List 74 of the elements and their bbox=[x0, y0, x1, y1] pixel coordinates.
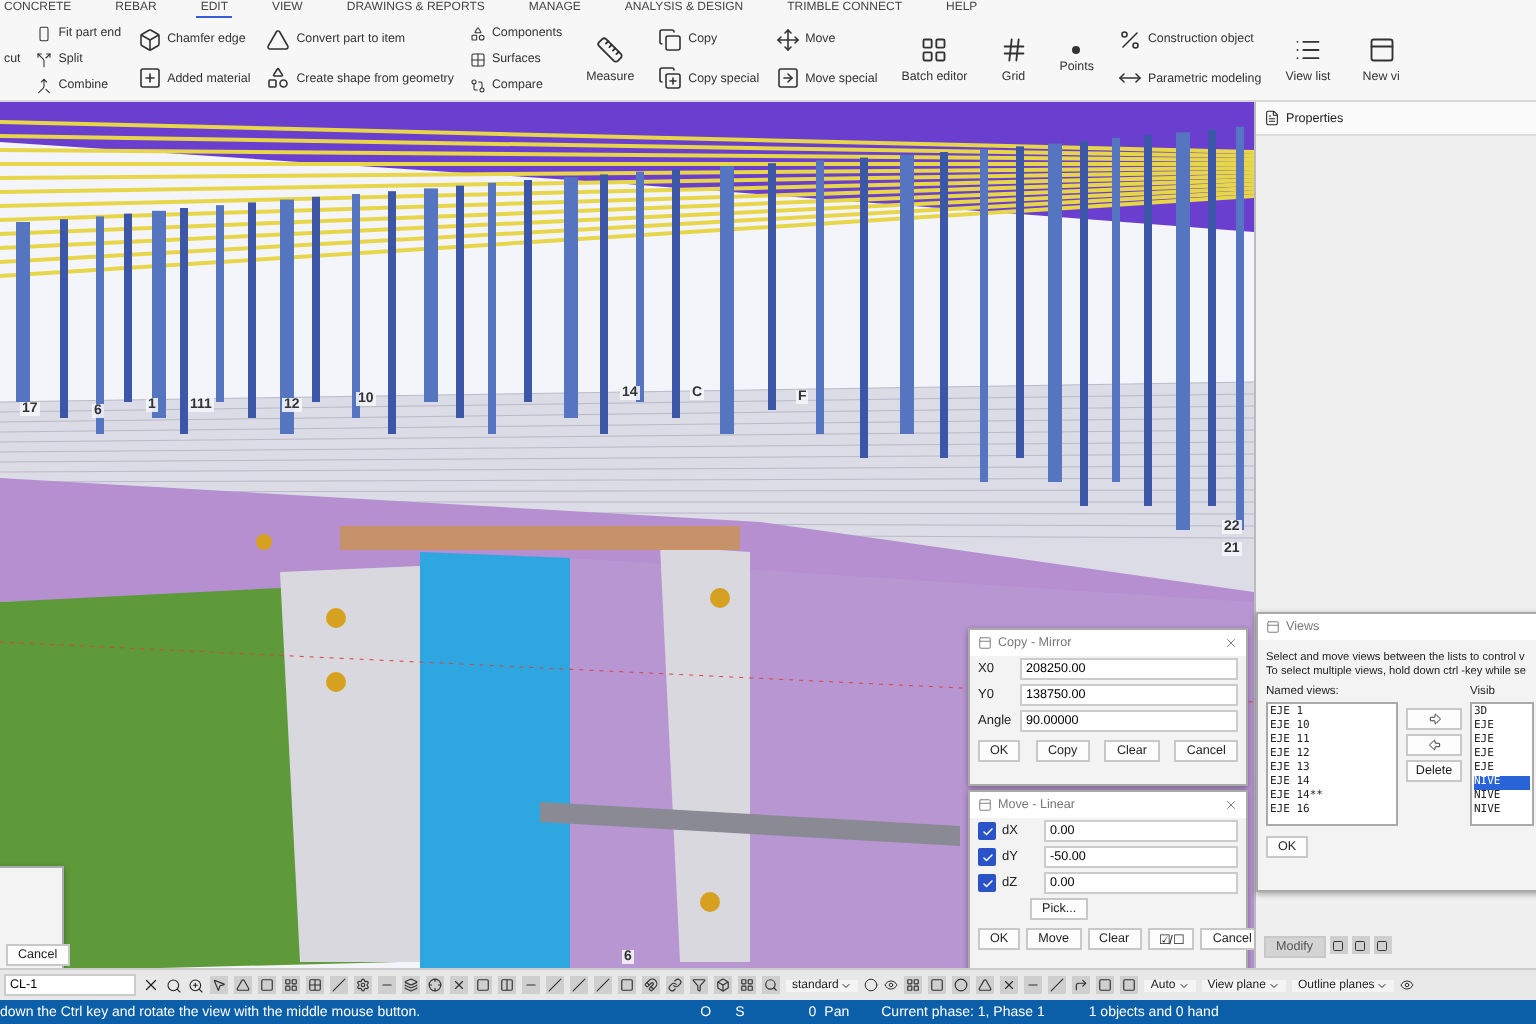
arrow-left-icon bbox=[1427, 738, 1441, 752]
square-icon[interactable] bbox=[928, 976, 947, 994]
triangle-icon bbox=[266, 27, 291, 52]
square-icon[interactable] bbox=[1096, 976, 1115, 994]
checkbox[interactable] bbox=[978, 848, 996, 866]
rectangle-icon bbox=[36, 25, 53, 41]
line-icon[interactable] bbox=[546, 976, 564, 994]
close-icon bbox=[1224, 798, 1238, 812]
zoom-icon bbox=[188, 977, 204, 993]
square-plus-icon bbox=[137, 66, 162, 91]
line-icon[interactable] bbox=[330, 976, 348, 994]
arrow-icon[interactable] bbox=[1072, 976, 1091, 994]
square-icon[interactable] bbox=[474, 976, 492, 994]
merge-icon bbox=[36, 77, 53, 93]
search-icon[interactable] bbox=[762, 976, 780, 994]
checkbox[interactable] bbox=[978, 874, 996, 892]
circle-icon bbox=[864, 978, 879, 992]
window-icon bbox=[1367, 35, 1396, 63]
grid-icon[interactable] bbox=[282, 976, 300, 994]
compare-icon bbox=[469, 77, 486, 93]
grid-icon bbox=[999, 35, 1028, 63]
caret-icon bbox=[840, 979, 853, 991]
caret-icon bbox=[1267, 979, 1280, 991]
line-icon[interactable] bbox=[594, 976, 612, 994]
copy-icon bbox=[658, 27, 683, 52]
caret-icon bbox=[1177, 979, 1190, 991]
grid-icon bbox=[469, 51, 486, 67]
cross-icon[interactable] bbox=[1000, 976, 1019, 994]
line-icon[interactable] bbox=[570, 976, 588, 994]
shapes-icon bbox=[266, 66, 291, 91]
cross-icon[interactable] bbox=[450, 976, 468, 994]
caret-icon bbox=[1376, 979, 1389, 991]
pointer-icon[interactable] bbox=[210, 976, 228, 994]
square-icon[interactable] bbox=[618, 976, 636, 994]
layout-grid-icon bbox=[920, 35, 949, 63]
triangle-icon[interactable] bbox=[234, 976, 252, 994]
box-icon[interactable] bbox=[714, 976, 732, 994]
search-icon bbox=[166, 977, 182, 993]
layers-icon[interactable] bbox=[402, 976, 420, 994]
document-icon bbox=[1264, 110, 1280, 126]
crosshair-icon[interactable] bbox=[426, 976, 444, 994]
ruler-icon bbox=[596, 35, 625, 63]
window-icon bbox=[1266, 620, 1280, 634]
arrow-right-icon bbox=[1427, 712, 1441, 726]
filter-icon[interactable] bbox=[690, 976, 708, 994]
square-icon[interactable] bbox=[1120, 976, 1139, 994]
grid-icon[interactable] bbox=[306, 976, 324, 994]
magnet-icon[interactable] bbox=[642, 976, 660, 994]
circle-icon[interactable] bbox=[952, 976, 971, 994]
line-icon[interactable] bbox=[1048, 976, 1067, 994]
move-icon bbox=[775, 27, 800, 52]
box-icon bbox=[137, 27, 162, 52]
copy-plus-icon bbox=[658, 66, 683, 91]
link-icon[interactable] bbox=[666, 976, 684, 994]
window-icon bbox=[978, 798, 992, 812]
grid-icon[interactable] bbox=[738, 976, 756, 994]
close-icon bbox=[1224, 636, 1238, 650]
dot-icon bbox=[1072, 45, 1081, 53]
split-icon bbox=[36, 51, 53, 67]
minus-icon[interactable] bbox=[378, 976, 396, 994]
window-icon bbox=[978, 636, 992, 650]
grid-icon[interactable] bbox=[904, 976, 923, 994]
add-view-button[interactable] bbox=[1406, 708, 1462, 730]
minus-icon[interactable] bbox=[522, 976, 540, 994]
gear-icon[interactable] bbox=[354, 976, 372, 994]
checkbox[interactable] bbox=[978, 822, 996, 840]
triangle-icon[interactable] bbox=[976, 976, 995, 994]
eye-icon bbox=[884, 978, 899, 992]
remove-view-button[interactable] bbox=[1406, 734, 1462, 756]
eye-icon bbox=[1400, 978, 1415, 992]
clear-icon bbox=[142, 976, 160, 994]
shapes-icon bbox=[469, 25, 486, 41]
columns-icon[interactable] bbox=[498, 976, 516, 994]
square-icon[interactable] bbox=[258, 976, 276, 994]
